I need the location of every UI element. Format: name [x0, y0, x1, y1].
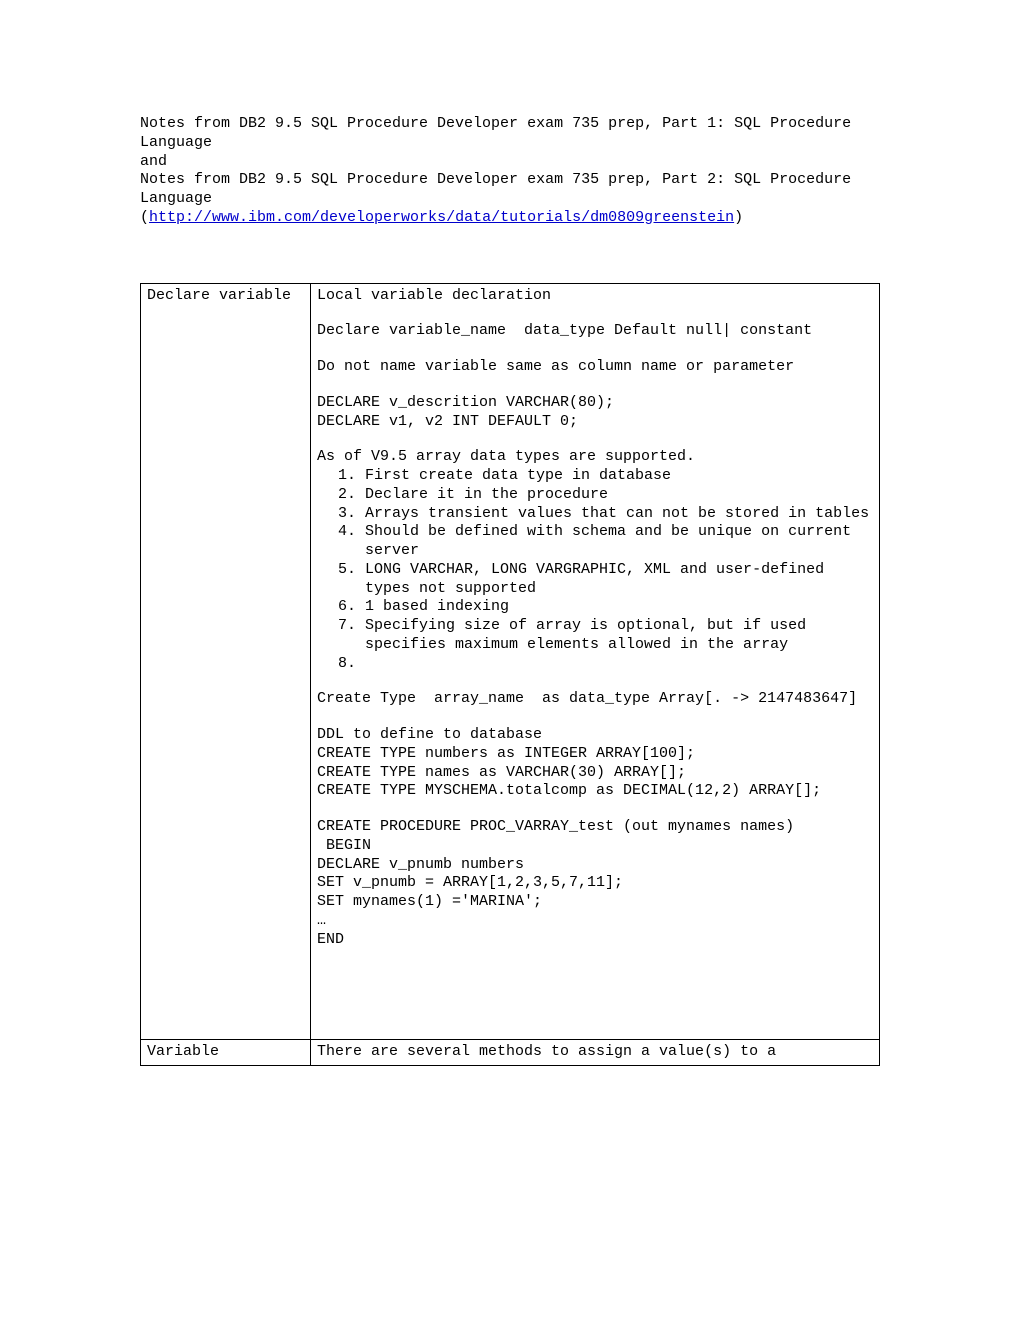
code-block: CREATE PROCEDURE PROC_VARRAY_test (out m… [317, 818, 873, 949]
paragraph: Create Type array_name as data_type Arra… [317, 690, 873, 709]
cell-content: Local variable declaration Declare varia… [311, 283, 880, 1040]
list-item: Should be defined with schema and be uni… [365, 523, 873, 561]
array-list: First create data type in database Decla… [317, 467, 873, 673]
code-block: DDL to define to database CREATE TYPE nu… [317, 726, 873, 801]
intro-line2: Notes from DB2 9.5 SQL Procedure Develop… [140, 171, 851, 207]
cell-topic: Variable [141, 1040, 311, 1066]
cell-content: There are several methods to assign a va… [311, 1040, 880, 1066]
paragraph: There are several methods to assign a va… [317, 1043, 776, 1060]
list-item: 1 based indexing [365, 598, 873, 617]
intro-line1: Notes from DB2 9.5 SQL Procedure Develop… [140, 115, 851, 151]
paragraph: Local variable declaration [317, 287, 873, 306]
topic-label: Declare variable [147, 287, 291, 304]
intro-and: and [140, 153, 167, 170]
intro-link[interactable]: http://www.ibm.com/developerworks/data/t… [149, 209, 734, 226]
list-item: LONG VARCHAR, LONG VARGRAPHIC, XML and u… [365, 561, 873, 599]
list-item: First create data type in database [365, 467, 873, 486]
cell-topic: Declare variable [141, 283, 311, 1040]
paragraph: Declare variable_name data_type Default … [317, 322, 873, 341]
notes-table: Declare variable Local variable declarat… [140, 283, 880, 1067]
list-item: Declare it in the procedure [365, 486, 873, 505]
page: Notes from DB2 9.5 SQL Procedure Develop… [0, 0, 1020, 1320]
table-row: Variable There are several methods to as… [141, 1040, 880, 1066]
topic-label: Variable [147, 1043, 219, 1060]
list-item: Specifying size of array is optional, bu… [365, 617, 873, 655]
paragraph: Do not name variable same as column name… [317, 358, 873, 377]
intro-block: Notes from DB2 9.5 SQL Procedure Develop… [140, 115, 880, 228]
list-item: Arrays transient values that can not be … [365, 505, 873, 524]
code-block: DECLARE v_descrition VARCHAR(80); DECLAR… [317, 394, 873, 432]
paragraph: As of V9.5 array data types are supporte… [317, 448, 873, 467]
table-row: Declare variable Local variable declarat… [141, 283, 880, 1040]
list-item [365, 655, 873, 674]
